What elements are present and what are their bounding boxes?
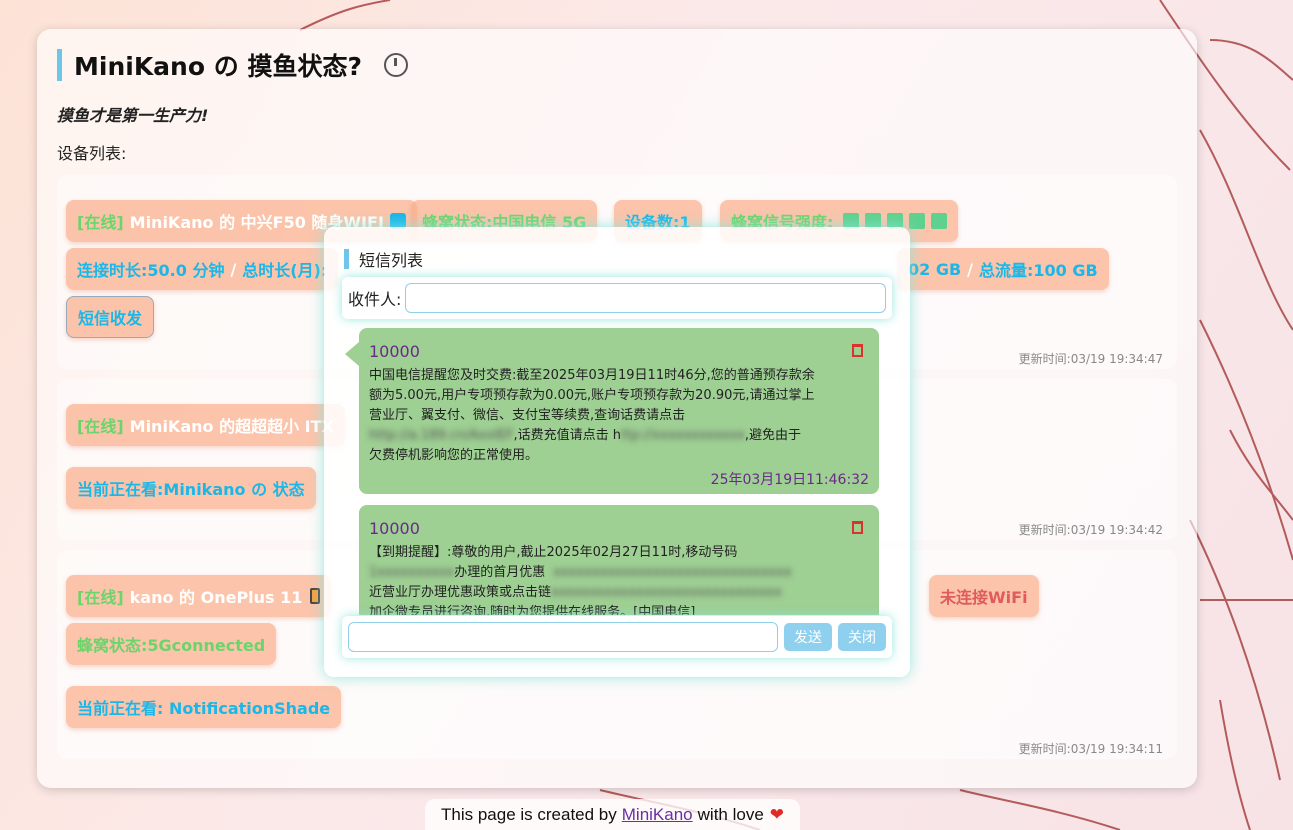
modal-accent-bar [344,249,349,269]
title-accent-bar [57,49,62,81]
sms-line: 1xxxxxxxxxx办理的首月优惠 xxxxxxxxxxxxxxxxxxxxxx… [369,565,792,580]
total-time: 总时长(月): [242,261,328,280]
clock-icon[interactable] [383,53,408,77]
sms-line: 【到期提醒】:尊敬的用户,截止2025年02月27日11时,移动号码 [369,545,738,560]
wifi-status-chip: 未连接WiFi [929,575,1039,617]
page-footer: This page is created by MiniKano with lo… [425,799,801,830]
connect-time-chip: 连接时长:50.0 分钟 / 总时长(月): [66,248,339,290]
sms-line: 近营业厅办理优惠政策或点击链xxxxxxxxxxxxxxxxxxxxxxxxxx… [369,585,782,600]
recipient-row: 收件人: [342,277,892,319]
online-status: [在线] [77,588,124,607]
sms-modal: 短信列表 收件人: 10000 中国电信提醒您及时交费:截至2025年03月19… [324,227,910,677]
cellular-status-chip: 蜂窝状态:5Gconnected [66,623,277,665]
sms-message: 10000 【到期提醒】:尊敬的用户,截止2025年02月27日11时,移动号码… [359,505,879,615]
update-time: 更新时间:03/19 19:34:11 [1018,742,1163,756]
page-subtitle: 摸鱼才是第一生产力! [57,106,209,125]
watching-chip: 当前正在看:Minikano の 状态 [66,467,316,509]
sms-line: 营业厅、翼支付、微信、支付宝等续费,查询话费请点击 [369,408,686,423]
online-status: [在线] [77,417,124,436]
connect-time: 连接时长:50.0 分钟 [77,261,225,280]
phone-icon [310,588,321,604]
trash-icon[interactable] [852,344,863,357]
sms-line: 欠费停机影响您的正常使用。 [369,448,539,463]
trash-icon[interactable] [852,521,863,534]
close-button[interactable]: 关闭 [838,623,886,651]
sms-line: 中国电信提醒您及时交费:截至2025年03月19日11时46分,您的普通预存款余 [369,368,815,383]
blurred-link: http://a.189.cn/AxxIEF [369,428,514,443]
device-name: kano 的 OnePlus 11 [129,588,303,607]
page-title: MiniKano の 摸鱼状态? [74,52,362,81]
device-name-chip: [在线] kano 的 OnePlus 11 [66,575,332,617]
footer-suffix: with love [697,804,764,824]
traffic-total: 总流量:100 GB [979,261,1098,280]
sms-modal-title: 短信列表 [359,251,424,270]
message-input[interactable] [348,622,778,652]
recipient-input[interactable] [405,283,886,313]
traffic-chip: 02 GB / 总流量:100 GB [897,248,1109,290]
page-header: MiniKano の 摸鱼状态? [57,49,408,81]
sms-time: 25年03月19日11:46:32 [710,472,869,488]
sms-modal-header: 短信列表 [344,247,423,271]
recipient-label: 收件人: [348,290,402,309]
sms-line: 额为5.00元,用户专项预存款为0.00元,账户专项预存款为20.90元,请通过… [369,388,815,403]
sms-button[interactable]: 短信收发 [66,296,155,338]
author-link[interactable]: MiniKano [622,805,693,825]
send-row: 发送 关闭 [342,616,892,658]
update-time: 更新时间:03/19 19:34:42 [1018,523,1163,537]
heart-icon: ❤ [769,804,785,824]
send-button[interactable]: 发送 [784,623,832,651]
sms-line-links: http://a.189.cn/AxxIEF,话费充值请点击 http://xx… [369,428,802,443]
watching-chip: 当前正在看: NotificationShade [66,686,342,728]
sms-sender: 10000 [369,519,420,538]
device-list-label: 设备列表: [57,144,127,163]
device-name: MiniKano 的超超超小 ITX [129,417,334,436]
footer-prefix: This page is created by [441,804,617,824]
blurred-link: ttp://xxxxxxxxxxxx [620,428,745,443]
online-status: [在线] [77,213,124,232]
update-time: 更新时间:03/19 19:34:47 [1018,352,1163,366]
sms-message: 10000 中国电信提醒您及时交费:截至2025年03月19日11时46分,您的… [345,328,879,494]
traffic-used: 02 GB [908,259,962,279]
sms-line: 加企微专员进行咨询,随时为您提供在线服务。[中国电信] [369,605,696,615]
sms-sender: 10000 [369,342,420,361]
device-name-chip: [在线] MiniKano 的超超超小 ITX [66,404,345,446]
